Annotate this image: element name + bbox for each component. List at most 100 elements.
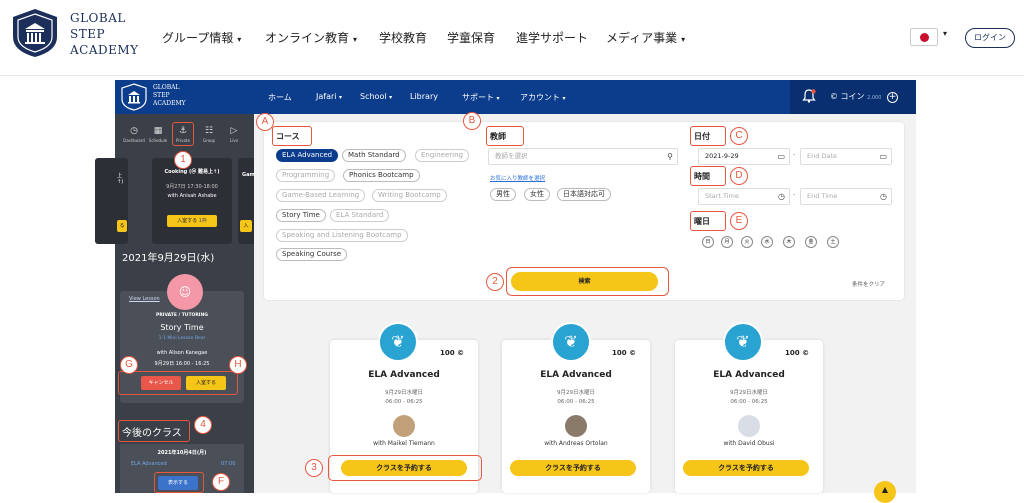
clear-filters-link[interactable]: 条件をクリア <box>852 280 885 288</box>
japan-flag-icon[interactable] <box>910 28 938 46</box>
course-option[interactable]: Phonics Bootcamp <box>343 169 420 182</box>
coin-value: 100 <box>440 349 455 357</box>
coin-balance[interactable]: © コイン 2,000 + <box>830 91 898 103</box>
start-time-input[interactable]: Start Time ◷ <box>698 188 790 205</box>
chevron-down-icon: ▾ <box>339 94 343 101</box>
start-time-placeholder: Start Time <box>705 192 739 200</box>
login-button[interactable]: ログイン <box>965 28 1015 48</box>
live-icon: ▷ <box>230 126 238 136</box>
course-option[interactable]: Game-Based Learning <box>276 189 366 202</box>
app-nav-library[interactable]: Library <box>410 92 438 101</box>
app-nav-label: ホーム <box>268 93 292 102</box>
parrot-icon: ❦ <box>564 332 578 351</box>
course-option[interactable]: Programming <box>276 169 336 182</box>
teacher-avatar <box>565 415 587 437</box>
app-nav-school[interactable]: School ▾ <box>360 92 392 101</box>
academy-emblem-icon[interactable] <box>10 7 60 59</box>
teacher-gender-female[interactable]: 女性 <box>524 188 550 201</box>
lesson-title: Story Time <box>160 323 204 332</box>
coin-label: コイン <box>840 92 865 101</box>
enter-button[interactable]: 入 <box>240 220 252 232</box>
site-nav-media[interactable]: メディア事業 ▾ <box>606 29 685 46</box>
course-option[interactable]: Story Time <box>276 209 326 222</box>
course-option[interactable]: Speaking Course <box>276 248 348 261</box>
site-logo-text[interactable]: GLOBAL STEP ACADEMY <box>70 10 139 58</box>
sidebar-item-dashboard[interactable]: ◷ Dashboard <box>123 126 145 143</box>
sidebar-item-live[interactable]: ▷ Live <box>223 126 245 143</box>
app-logo-line-1: GLOBAL <box>153 84 180 91</box>
start-date-input[interactable]: 2021-9-29 ▭ <box>698 148 790 165</box>
weekday-monday[interactable]: 月 <box>721 236 733 248</box>
course-teacher: with Maikel Tiemann <box>373 440 435 447</box>
lesson-card-partial-left[interactable]: 上↑) る <box>95 158 128 244</box>
course-logo-icon: ❦ <box>723 322 763 362</box>
weekday-wednesday[interactable]: 水 <box>761 236 773 248</box>
course-option[interactable]: ELA Advanced <box>276 149 339 162</box>
start-date-value: 2021-9-29 <box>705 152 739 160</box>
coin-value: 100 <box>612 349 627 357</box>
course-option[interactable]: Math Standard <box>342 149 406 162</box>
app-nav-account[interactable]: アカウント ▾ <box>520 92 566 103</box>
teacher-search-input[interactable]: 教師を選択 ⚲ <box>488 148 678 165</box>
annotation-highlight-teacher <box>486 126 524 146</box>
teacher-japanese-speaker[interactable]: 日本語対応可 <box>557 188 611 201</box>
chevron-down-icon[interactable]: ▾ <box>943 29 947 38</box>
end-time-input[interactable]: End Time ◷ <box>800 188 892 205</box>
end-date-input[interactable]: End Date ▭ <box>800 148 892 165</box>
teacher-gender-male[interactable]: 男性 <box>490 188 516 201</box>
course-option[interactable]: Speaking and Listening Bootcamp <box>276 229 408 242</box>
coin-icon: © <box>457 349 465 357</box>
app-nav-label: Library <box>410 92 438 101</box>
weekday-sunday[interactable]: 日 <box>702 236 714 248</box>
site-nav-group-info[interactable]: グループ情報 ▾ <box>162 29 241 46</box>
sidebar-item-schedule[interactable]: ▦ Schedule <box>147 126 169 143</box>
site-nav-label: 学校教育 <box>379 31 428 45</box>
academy-emblem-icon[interactable] <box>120 83 148 111</box>
clock-icon: ◷ <box>880 192 887 201</box>
lesson-subtitle: 1-1 Mini Lesson Bear <box>158 336 206 341</box>
site-nav-admission-support[interactable]: 進学サポート <box>516 29 588 46</box>
sidebar-item-label: Live <box>229 138 239 143</box>
course-teacher: with David Obusi <box>723 440 775 447</box>
site-nav-school-education[interactable]: 学校教育 <box>379 29 427 46</box>
chevron-down-icon: ▾ <box>562 95 566 102</box>
course-option[interactable]: Engineering <box>415 149 469 162</box>
view-lesson-link[interactable]: View Lesson <box>129 296 160 302</box>
scroll-to-top-button[interactable]: ▲ <box>874 481 896 503</box>
sidebar-item-group[interactable]: ☷ Group <box>198 126 220 143</box>
enter-button[interactable]: る <box>117 220 127 232</box>
favorite-teachers-link[interactable]: お気に入り教師を選択 <box>490 174 545 182</box>
schedule-icon: ▦ <box>153 126 163 136</box>
app-nav-support[interactable]: サポート ▾ <box>462 92 500 103</box>
notification-bell-icon[interactable] <box>802 89 816 103</box>
weekday-thursday[interactable]: 木 <box>783 236 795 248</box>
app-nav-home[interactable]: ホーム <box>268 92 292 103</box>
annotation-highlight-search <box>506 267 669 296</box>
app-nav-jafari[interactable]: Jafari ▾ <box>316 92 342 101</box>
book-class-button[interactable]: クラスを予約する <box>510 460 636 476</box>
annotation-highlight-date <box>690 126 726 146</box>
app-nav-label: アカウント <box>520 93 560 102</box>
site-nav-online-education[interactable]: オンライン教育 ▾ <box>265 29 357 46</box>
lesson-card[interactable]: Cooking (＠ 難易上↑) 9月27日 17:30-18:00 with … <box>152 158 232 244</box>
weekday-saturday[interactable]: 土 <box>827 236 839 248</box>
annotation-highlight-private <box>172 122 194 146</box>
flag-circle <box>920 33 929 42</box>
course-option[interactable]: ELA Standard <box>330 209 390 222</box>
weekday-friday[interactable]: 金 <box>805 236 817 248</box>
site-nav-label: オンライン教育 <box>265 31 350 45</box>
course-title: ELA Advanced <box>713 370 785 380</box>
book-class-button[interactable]: クラスを予約する <box>683 460 809 476</box>
site-nav-afterschool[interactable]: 学童保育 <box>447 29 495 46</box>
site-nav-label: メディア事業 <box>606 31 678 45</box>
course-datetime: 9月29日水曜日 06:00 - 06:25 <box>502 389 650 407</box>
course-coin-cost: 100 © <box>785 349 809 357</box>
enter-button[interactable]: 入室する 1枠 <box>167 215 217 227</box>
annotation-highlight-show <box>154 472 204 493</box>
weekday-tuesday[interactable]: 火 <box>741 236 753 248</box>
add-coin-icon[interactable]: + <box>886 92 898 103</box>
app-logo-text[interactable]: GLOBAL STEP ACADEMY <box>153 84 186 108</box>
course-option[interactable]: Writing Bootcamp <box>372 189 447 202</box>
range-separator: - <box>793 191 796 199</box>
annotation-badge: A <box>256 113 274 131</box>
